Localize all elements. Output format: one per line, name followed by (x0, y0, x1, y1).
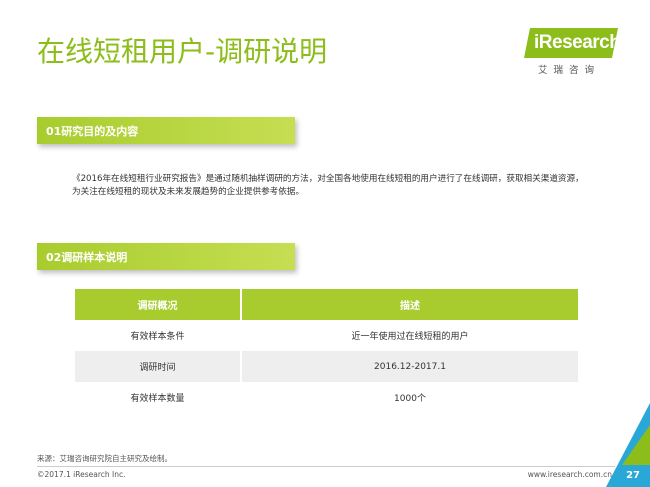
table-cell: 近一年使用过在线短租的用户 (351, 332, 469, 342)
table-row: 有效样本条件 近一年使用过在线短租的用户 (75, 320, 578, 351)
section-label: 01研究目的及内容 (46, 125, 139, 138)
page-title: 在线短租用户-调研说明 (37, 35, 328, 68)
section-header-sample: 02调研样本说明 (37, 243, 295, 270)
research-description: 《2016年在线短租行业研究报告》是通过随机抽样调研的方法，对全国各地使用在线短… (72, 173, 612, 199)
sample-table: 调研概况 描述 有效样本条件 近一年使用过在线短租的用户 调研时间 2016.1… (75, 289, 578, 413)
table-cell: 有效样本数量 (75, 382, 242, 413)
table-row: 有效样本数量 1000个 (75, 382, 578, 413)
description-line: 为关注在线短租的现状及未来发展趋势的企业提供参考依据。 (72, 187, 305, 197)
column-header: 描述 (241, 289, 578, 320)
iresearch-logo: iResearch 艾瑞咨询 (524, 28, 621, 80)
description-line: 《2016年在线短租行业研究报告》是通过随机抽样调研的方法，对全国各地使用在线短… (72, 174, 584, 184)
table-header-row: 调研概况 描述 (75, 289, 578, 320)
source-note: 来源：艾瑞咨询研究院自主研究及绘制。 (37, 454, 172, 463)
column-header: 调研概况 (75, 289, 242, 320)
table-cell: 1000个 (394, 394, 426, 404)
website-link[interactable]: www.iresearch.com.cn (528, 470, 612, 479)
section-label: 02调研样本说明 (46, 251, 128, 264)
logo-subtitle: 艾瑞咨询 (538, 65, 601, 76)
table-cell: 调研时间 (75, 351, 242, 382)
copyright-text: ©2017.1 iResearch Inc. (37, 470, 126, 479)
table-row: 调研时间 2016.12-2017.1 (75, 351, 578, 382)
logo-wordmark: iResearch (534, 32, 621, 53)
page-number: 27 (626, 470, 640, 481)
section-header-research-purpose: 01研究目的及内容 (37, 117, 295, 144)
table-cell: 有效样本条件 (75, 320, 242, 351)
table-cell: 2016.12-2017.1 (241, 351, 578, 382)
footer-divider (37, 466, 615, 467)
